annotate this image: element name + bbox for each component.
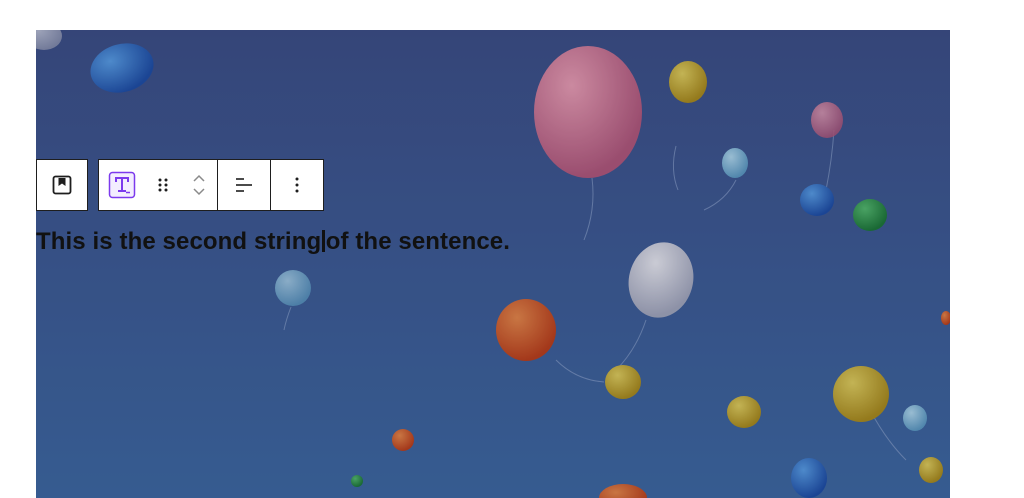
block-controls-group xyxy=(98,159,324,211)
align-button[interactable] xyxy=(218,160,270,210)
select-parent-block-button[interactable] xyxy=(37,160,87,210)
move-up-button[interactable] xyxy=(191,172,207,184)
block-type-button[interactable] xyxy=(99,160,145,210)
drag-handle-icon xyxy=(156,176,170,194)
chevron-up-icon xyxy=(193,174,205,182)
align-left-icon xyxy=(234,175,254,195)
more-options-button[interactable] xyxy=(271,160,323,210)
paragraph-text-before-caret: This is the second string xyxy=(36,228,322,255)
bookmark-icon xyxy=(51,174,73,196)
parent-block-group xyxy=(36,159,88,211)
more-vertical-icon xyxy=(294,176,300,194)
block-mover xyxy=(181,160,217,210)
cover-overlay xyxy=(36,30,950,498)
paragraph-text-after-caret: of the sentence. xyxy=(325,228,511,255)
block-toolbar xyxy=(36,159,324,211)
chevron-down-icon xyxy=(193,188,205,196)
move-down-button[interactable] xyxy=(191,186,207,198)
paragraph-t-icon xyxy=(108,171,136,199)
paragraph-text[interactable]: This is the second string of the sentence… xyxy=(36,228,510,256)
cover-block[interactable] xyxy=(36,30,950,498)
drag-handle-button[interactable] xyxy=(145,160,181,210)
text-caret xyxy=(322,230,325,252)
